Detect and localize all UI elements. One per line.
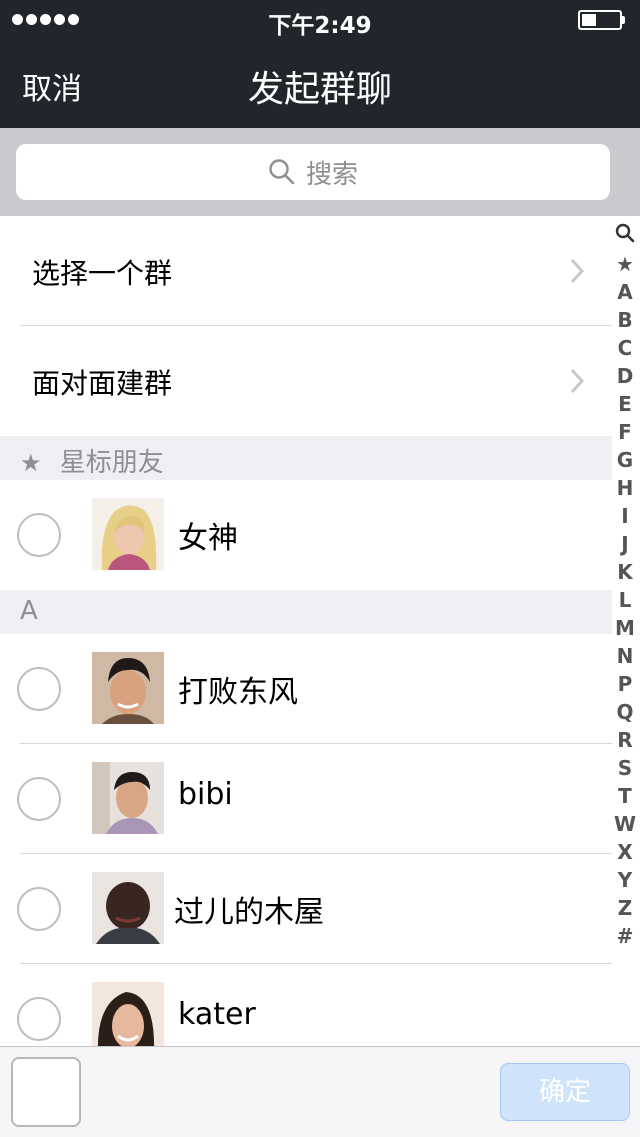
index-letter[interactable]: F	[610, 418, 640, 446]
select-radio[interactable]	[17, 513, 61, 557]
index-search-icon[interactable]	[610, 222, 640, 250]
nav-bar: 取消 发起群聊	[0, 40, 640, 128]
contact-name: 过儿的木屋	[174, 895, 324, 930]
select-radio[interactable]	[17, 997, 61, 1041]
index-letter[interactable]: B	[610, 306, 640, 334]
select-radio[interactable]	[17, 667, 61, 711]
status-bar: 下午2:49	[0, 0, 640, 40]
avatar	[92, 498, 164, 570]
chevron-right-icon	[570, 258, 584, 284]
status-time: 下午2:49	[268, 13, 372, 39]
index-letter[interactable]: D	[610, 362, 640, 390]
index-letter[interactable]: X	[610, 838, 640, 866]
select-radio[interactable]	[17, 777, 61, 821]
index-letter[interactable]: C	[610, 334, 640, 362]
contact-row[interactable]: 打败东风	[0, 634, 612, 743]
index-letter[interactable]: P	[610, 670, 640, 698]
confirm-button[interactable]: 确定	[500, 1063, 630, 1121]
index-letter[interactable]: R	[610, 726, 640, 754]
face-to-face-group-item[interactable]: 面对面建群	[0, 326, 612, 435]
select-group-item[interactable]: 选择一个群	[0, 216, 612, 325]
avatar	[92, 982, 164, 1046]
index-letter[interactable]: K	[610, 558, 640, 586]
index-letter[interactable]: T	[610, 782, 640, 810]
contact-name: 女神	[178, 521, 238, 556]
search-input[interactable]: 搜索	[16, 144, 610, 200]
index-letter[interactable]: E	[610, 390, 640, 418]
index-letter[interactable]: W	[610, 810, 640, 838]
face-to-face-label: 面对面建群	[32, 367, 173, 400]
star-icon: ★	[20, 449, 42, 477]
index-letter[interactable]: Z	[610, 894, 640, 922]
index-letter[interactable]: N	[610, 642, 640, 670]
search-placeholder: 搜索	[305, 159, 358, 190]
contact-row[interactable]: 过儿的木屋	[0, 854, 612, 963]
section-label: 星标朋友	[59, 448, 164, 478]
chevron-right-icon	[570, 368, 584, 394]
avatar	[92, 762, 164, 834]
section-header-a: A	[0, 590, 612, 634]
index-letter[interactable]: I	[610, 502, 640, 530]
search-icon	[269, 159, 295, 185]
contact-row[interactable]: kater	[0, 964, 612, 1046]
section-header-starred: ★ 星标朋友	[0, 436, 612, 480]
search-bar: 搜索	[0, 128, 640, 216]
page-title: 发起群聊	[247, 69, 392, 110]
avatar	[92, 652, 164, 724]
index-letter[interactable]: M	[610, 614, 640, 642]
index-letter[interactable]: G	[610, 446, 640, 474]
contact-name: 打败东风	[178, 675, 298, 710]
section-label: A	[20, 596, 38, 626]
contact-name: kater	[178, 997, 256, 1032]
index-letter[interactable]: J	[610, 530, 640, 558]
index-letter[interactable]: L	[610, 586, 640, 614]
avatar	[92, 872, 164, 944]
index-letter[interactable]: #	[610, 922, 640, 950]
battery-icon	[578, 10, 626, 30]
index-letter[interactable]: H	[610, 474, 640, 502]
alphabet-index[interactable]: ★ A B C D E F G H I J K L M N P Q R S T W X Y Z #	[610, 222, 640, 950]
index-letter[interactable]: S	[610, 754, 640, 782]
index-letter[interactable]: ★	[610, 250, 640, 278]
header: 下午2:49 取消 发起群聊	[0, 0, 640, 128]
select-radio[interactable]	[17, 887, 61, 931]
index-letter[interactable]: Y	[610, 866, 640, 894]
bottom-bar: 确定	[0, 1046, 640, 1137]
index-letter[interactable]: A	[610, 278, 640, 306]
select-group-label: 选择一个群	[32, 257, 173, 290]
index-letter[interactable]: Q	[610, 698, 640, 726]
contact-row[interactable]: bibi	[0, 744, 612, 853]
contact-row[interactable]: 女神	[0, 480, 612, 589]
selected-members-box[interactable]	[11, 1057, 81, 1127]
contact-name: bibi	[178, 777, 233, 812]
